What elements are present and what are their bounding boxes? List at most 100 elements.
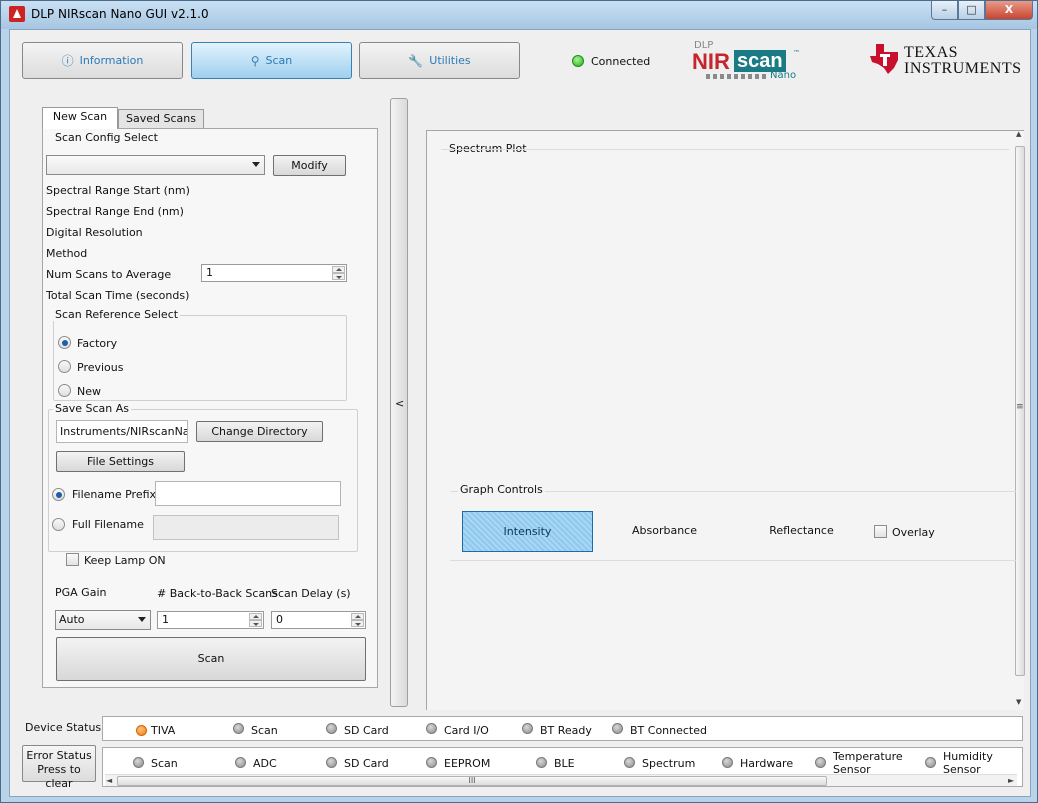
- file-settings-button[interactable]: File Settings: [56, 451, 185, 472]
- texas-state-icon: [870, 44, 898, 74]
- pga-gain-label: PGA Gain: [55, 586, 107, 599]
- radio-previous[interactable]: [58, 360, 71, 373]
- spin-down-icon[interactable]: [332, 273, 345, 280]
- app-logo-icon: [9, 6, 25, 22]
- radio-factory[interactable]: [58, 336, 71, 349]
- keep-lamp-checkbox[interactable]: [66, 553, 79, 566]
- spin-down-icon[interactable]: [351, 620, 364, 627]
- directory-field[interactable]: Instruments/NIRscanNano: [56, 420, 188, 443]
- maximize-button[interactable]: □: [958, 1, 985, 20]
- graph-controls-title: Graph Controls: [458, 483, 545, 496]
- b2b-scans-stepper[interactable]: 1: [157, 611, 264, 629]
- error-status-line1: Error Status: [26, 749, 92, 762]
- chevron-down-icon: [138, 617, 146, 622]
- scan-delay-stepper[interactable]: 0: [271, 611, 366, 629]
- scan-nav-label: Scan: [265, 54, 293, 67]
- scan-nav-button[interactable]: ⚲ Scan: [191, 42, 352, 79]
- reflectance-button[interactable]: Reflectance: [736, 511, 867, 552]
- eeprom-error-icon: [426, 757, 437, 768]
- error-status-item: Hardware: [740, 757, 794, 770]
- change-directory-button[interactable]: Change Directory: [196, 421, 323, 442]
- device-status-item: Card I/O: [444, 724, 489, 737]
- panel-splitter[interactable]: <: [390, 98, 408, 707]
- range-end-label: Spectral Range End (nm): [46, 205, 184, 218]
- spectrum-panel: Spectrum Plot: [426, 130, 1024, 710]
- save-scan-title: Save Scan As: [53, 402, 131, 415]
- radio-new[interactable]: [58, 384, 71, 397]
- spin-up-icon[interactable]: [351, 613, 364, 620]
- scroll-up-icon[interactable]: ▲: [1016, 130, 1021, 138]
- error-status-item: Temperature Sensor: [833, 750, 903, 776]
- utilities-button[interactable]: 🔧 Utilities: [359, 42, 520, 79]
- error-status-item: EEPROM: [444, 757, 491, 770]
- connection-status-label: Connected: [591, 55, 651, 68]
- error-status-line2: Press to clear: [37, 763, 81, 790]
- device-status-label: Device Status: [25, 721, 102, 734]
- num-scans-value: 1: [206, 266, 213, 279]
- app-window: DLP NIRscan Nano GUI v2.1.0 – □ X ⓘ Info…: [0, 0, 1038, 803]
- b2b-scans-value: 1: [162, 613, 169, 626]
- horizontal-scrollbar[interactable]: ◄ III ►: [105, 774, 1017, 786]
- filename-prefix-input[interactable]: [155, 481, 341, 506]
- information-button[interactable]: ⓘ Information: [22, 42, 183, 79]
- absorbance-button[interactable]: Absorbance: [599, 511, 730, 552]
- keep-lamp-label: Keep Lamp ON: [84, 554, 166, 567]
- search-icon: ⚲: [250, 53, 260, 68]
- scan-delay-label: Scan Delay (s): [271, 587, 351, 600]
- chevron-down-icon: [252, 162, 260, 167]
- scan-status-icon: [233, 723, 244, 734]
- logo-pixel-bar: [706, 74, 766, 79]
- tab-saved-scans[interactable]: Saved Scans: [118, 109, 204, 129]
- tab-new-scan[interactable]: New Scan: [42, 107, 118, 129]
- modify-button[interactable]: Modify: [273, 155, 346, 176]
- spin-up-icon[interactable]: [249, 613, 262, 620]
- tiva-status-icon: [136, 725, 147, 736]
- intensity-button[interactable]: Intensity: [462, 511, 593, 552]
- radio-filename-prefix[interactable]: [52, 488, 65, 501]
- scroll-right-icon[interactable]: ►: [1008, 776, 1014, 785]
- scan-button[interactable]: Scan: [56, 637, 366, 681]
- scan-config-select[interactable]: [46, 155, 265, 175]
- scroll-grip-icon: ≡: [1016, 402, 1024, 412]
- error-status-item: Humidity Sensor: [943, 750, 993, 776]
- total-scan-time-label: Total Scan Time (seconds): [46, 289, 190, 302]
- logo-nano-text: Nano: [770, 70, 797, 81]
- error-status-button[interactable]: Error Status Press to clear: [22, 745, 96, 790]
- digital-resolution-label: Digital Resolution: [46, 226, 143, 239]
- horizontal-scroll-thumb[interactable]: III: [117, 776, 827, 786]
- scroll-down-icon[interactable]: ▼: [1016, 698, 1021, 706]
- minimize-button[interactable]: –: [931, 1, 958, 20]
- error-status-item: SD Card: [344, 757, 389, 770]
- spectrum-plot-area[interactable]: [441, 149, 1009, 479]
- spin-up-icon[interactable]: [332, 266, 345, 273]
- spin-down-icon[interactable]: [249, 620, 262, 627]
- vertical-scrollbar[interactable]: ▲ ≡ ▼: [1014, 130, 1026, 708]
- scan-reference-title: Scan Reference Select: [53, 308, 181, 321]
- texas-instruments-logo: Texas Instruments: [868, 42, 1021, 78]
- title-bar[interactable]: DLP NIRscan Nano GUI v2.1.0: [1, 1, 1037, 29]
- vertical-scroll-thumb[interactable]: ≡: [1015, 146, 1025, 676]
- device-status-item: Scan: [251, 724, 278, 737]
- filename-prefix-label: Filename Prefix: [72, 488, 157, 501]
- utilities-label: Utilities: [429, 54, 471, 67]
- humidity-error-icon: [925, 757, 936, 768]
- radio-full-filename[interactable]: [52, 518, 65, 531]
- full-filename-input[interactable]: [153, 515, 339, 540]
- device-status-item: SD Card: [344, 724, 389, 737]
- error-status-item: ADC: [253, 757, 277, 770]
- scroll-left-icon[interactable]: ◄: [106, 776, 112, 785]
- card-io-status-icon: [426, 723, 437, 734]
- factory-label: Factory: [77, 337, 118, 350]
- overlay-checkbox[interactable]: [874, 525, 887, 538]
- device-status-item: BT Ready: [540, 724, 592, 737]
- window-title: DLP NIRscan Nano GUI v2.1.0: [31, 7, 209, 21]
- num-scans-label: Num Scans to Average: [46, 268, 172, 281]
- scan-delay-value: 0: [276, 613, 283, 626]
- collapse-left-icon[interactable]: <: [395, 397, 404, 410]
- close-button[interactable]: X: [985, 1, 1033, 20]
- hardware-error-icon: [722, 757, 733, 768]
- num-scans-stepper[interactable]: 1: [201, 264, 347, 282]
- pga-gain-select[interactable]: Auto: [55, 610, 151, 630]
- client-area: ⓘ Information ⚲ Scan 🔧 Utilities Connect…: [9, 29, 1031, 797]
- device-status-item: BT Connected: [630, 724, 707, 737]
